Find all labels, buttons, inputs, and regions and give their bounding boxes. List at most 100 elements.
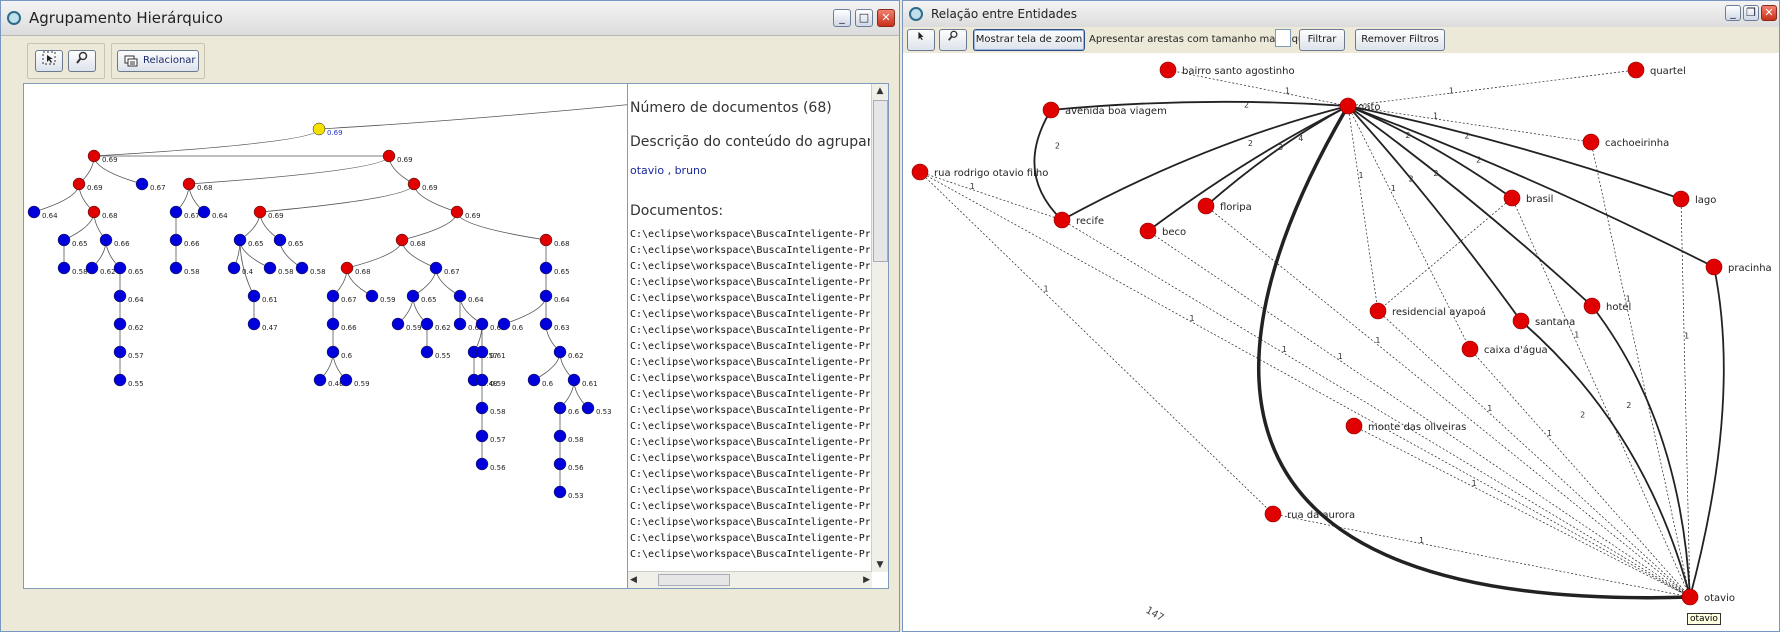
- document-item[interactable]: C:\eclipse\workspace\BuscaInteligente-Pr…: [630, 419, 870, 435]
- close-button[interactable]: ✕: [1761, 5, 1777, 21]
- tree-node[interactable]: [233, 233, 247, 247]
- entity-node[interactable]: [1582, 133, 1600, 151]
- tree-node[interactable]: [72, 177, 86, 191]
- tree-node[interactable]: [406, 289, 420, 303]
- document-item[interactable]: C:\eclipse\workspace\BuscaInteligente-Pr…: [630, 531, 870, 547]
- entity-node[interactable]: [1461, 340, 1479, 358]
- tree-node[interactable]: [553, 345, 567, 359]
- tree-node[interactable]: [553, 401, 567, 415]
- vertical-scrollbar[interactable]: ▲ ▼: [871, 84, 888, 572]
- entity-node[interactable]: [1159, 61, 1177, 79]
- entity-node[interactable]: [1197, 197, 1215, 215]
- entity-node[interactable]: [1369, 302, 1387, 320]
- document-item[interactable]: C:\eclipse\workspace\BuscaInteligente-Pr…: [630, 227, 870, 243]
- document-item[interactable]: C:\eclipse\workspace\BuscaInteligente-Pr…: [630, 403, 870, 419]
- tree-node[interactable]: [27, 205, 41, 219]
- graph-canvas[interactable]: 1 1 2 2 3 4 1 2 2 2 2 2 1 1 2 1 1 1 1 1 1 1 1 1 2 2 1 1 1 1 gato otavio…: [903, 53, 1780, 632]
- tree-node[interactable]: [475, 317, 489, 331]
- document-item[interactable]: C:\eclipse\workspace\BuscaInteligente-Pr…: [630, 275, 870, 291]
- tree-node[interactable]: [87, 205, 101, 219]
- tree-node[interactable]: [113, 261, 127, 275]
- tree-node[interactable]: [475, 345, 489, 359]
- document-item[interactable]: C:\eclipse\workspace\BuscaInteligente-Pr…: [630, 291, 870, 307]
- tree-node[interactable]: [339, 373, 353, 387]
- edge-size-input[interactable]: [1275, 29, 1291, 47]
- entity-node[interactable]: [1503, 189, 1521, 207]
- tree-node[interactable]: [497, 317, 511, 331]
- tree-node[interactable]: [312, 122, 326, 136]
- tree-node[interactable]: [113, 317, 127, 331]
- tree-panel[interactable]: 0.69 0.69 0.69 0.69 0.67 0.64 0.68 0.65 0.66 0.58…: [23, 83, 629, 589]
- tree-node[interactable]: [527, 373, 541, 387]
- document-item[interactable]: C:\eclipse\workspace\BuscaInteligente-Pr…: [630, 387, 870, 403]
- document-item[interactable]: C:\eclipse\workspace\BuscaInteligente-Pr…: [630, 483, 870, 499]
- document-item[interactable]: C:\eclipse\workspace\BuscaInteligente-Pr…: [630, 515, 870, 531]
- tree-node[interactable]: [57, 261, 71, 275]
- tree-node[interactable]: [295, 261, 309, 275]
- tree-node[interactable]: [539, 317, 553, 331]
- entity-node[interactable]: [1139, 222, 1157, 240]
- entity-node[interactable]: [1627, 61, 1645, 79]
- tree-node[interactable]: [273, 233, 287, 247]
- entity-node[interactable]: [1512, 312, 1530, 330]
- entity-node[interactable]: [1705, 258, 1723, 276]
- tree-node[interactable]: [475, 401, 489, 415]
- tree-node[interactable]: [453, 289, 467, 303]
- select-tool-button[interactable]: [907, 29, 935, 51]
- tree-node[interactable]: [539, 233, 553, 247]
- tree-node[interactable]: [85, 261, 99, 275]
- entity-node[interactable]: [1053, 211, 1071, 229]
- minimize-button[interactable]: _: [833, 9, 851, 27]
- tree-node[interactable]: [475, 373, 489, 387]
- tree-node[interactable]: [539, 289, 553, 303]
- minimize-button[interactable]: _: [1725, 5, 1741, 21]
- zoom-tool-button[interactable]: [939, 29, 967, 51]
- tree-node[interactable]: [135, 177, 149, 191]
- filter-button[interactable]: Filtrar: [1299, 29, 1345, 51]
- scroll-right-arrow[interactable]: ▶: [863, 572, 870, 588]
- tree-node[interactable]: [326, 289, 340, 303]
- scroll-thumb[interactable]: [873, 100, 888, 262]
- entity-node[interactable]: [1339, 97, 1357, 115]
- remove-filters-button[interactable]: Remover Filtros: [1355, 29, 1445, 51]
- entity-node[interactable]: [1345, 417, 1363, 435]
- tree-node[interactable]: [475, 457, 489, 471]
- tree-node[interactable]: [450, 205, 464, 219]
- left-titlebar[interactable]: Agrupamento Hierárquico _ □ ✕: [1, 1, 899, 36]
- document-item[interactable]: C:\eclipse\workspace\BuscaInteligente-Pr…: [630, 307, 870, 323]
- tree-node[interactable]: [197, 205, 211, 219]
- tree-node[interactable]: [407, 177, 421, 191]
- tree-node[interactable]: [227, 261, 241, 275]
- tree-node[interactable]: [340, 261, 354, 275]
- tree-node[interactable]: [553, 429, 567, 443]
- tree-node[interactable]: [420, 345, 434, 359]
- tree-node[interactable]: [169, 205, 183, 219]
- hierarchical-tree[interactable]: 0.69 0.69 0.69 0.69 0.67 0.64 0.68 0.65 0.66 0.58…: [24, 84, 628, 588]
- document-item[interactable]: C:\eclipse\workspace\BuscaInteligente-Pr…: [630, 547, 870, 563]
- tree-node[interactable]: [99, 233, 113, 247]
- entity-node[interactable]: [1264, 505, 1282, 523]
- select-tool-button[interactable]: [35, 50, 63, 72]
- relate-button[interactable]: Relacionar: [117, 50, 199, 72]
- tree-node[interactable]: [581, 401, 595, 415]
- scroll-left-arrow[interactable]: ◀: [630, 572, 637, 588]
- entity-relation-graph[interactable]: 1 122 34122222112111111111221111gatootavio…: [903, 53, 1780, 632]
- tree-node[interactable]: [253, 205, 267, 219]
- zoom-screen-button[interactable]: Mostrar tela de zoom: [973, 29, 1085, 51]
- right-titlebar[interactable]: Relação entre Entidades _ ❐ ✕: [903, 1, 1779, 28]
- tree-node[interactable]: [567, 373, 581, 387]
- zoom-tool-button[interactable]: [68, 50, 96, 72]
- horizontal-scrollbar[interactable]: ◀ ▶: [628, 571, 872, 588]
- tree-node[interactable]: [113, 345, 127, 359]
- scroll-down-arrow[interactable]: ▼: [872, 558, 888, 572]
- tree-node[interactable]: [382, 149, 396, 163]
- tree-node[interactable]: [113, 289, 127, 303]
- tree-node[interactable]: [169, 233, 183, 247]
- tree-node[interactable]: [553, 485, 567, 499]
- restore-button[interactable]: ❐: [1743, 5, 1759, 21]
- scroll-up-arrow[interactable]: ▲: [872, 84, 888, 98]
- document-item[interactable]: C:\eclipse\workspace\BuscaInteligente-Pr…: [630, 355, 870, 371]
- tree-node[interactable]: [475, 429, 489, 443]
- tree-node[interactable]: [169, 261, 183, 275]
- tree-node[interactable]: [182, 177, 196, 191]
